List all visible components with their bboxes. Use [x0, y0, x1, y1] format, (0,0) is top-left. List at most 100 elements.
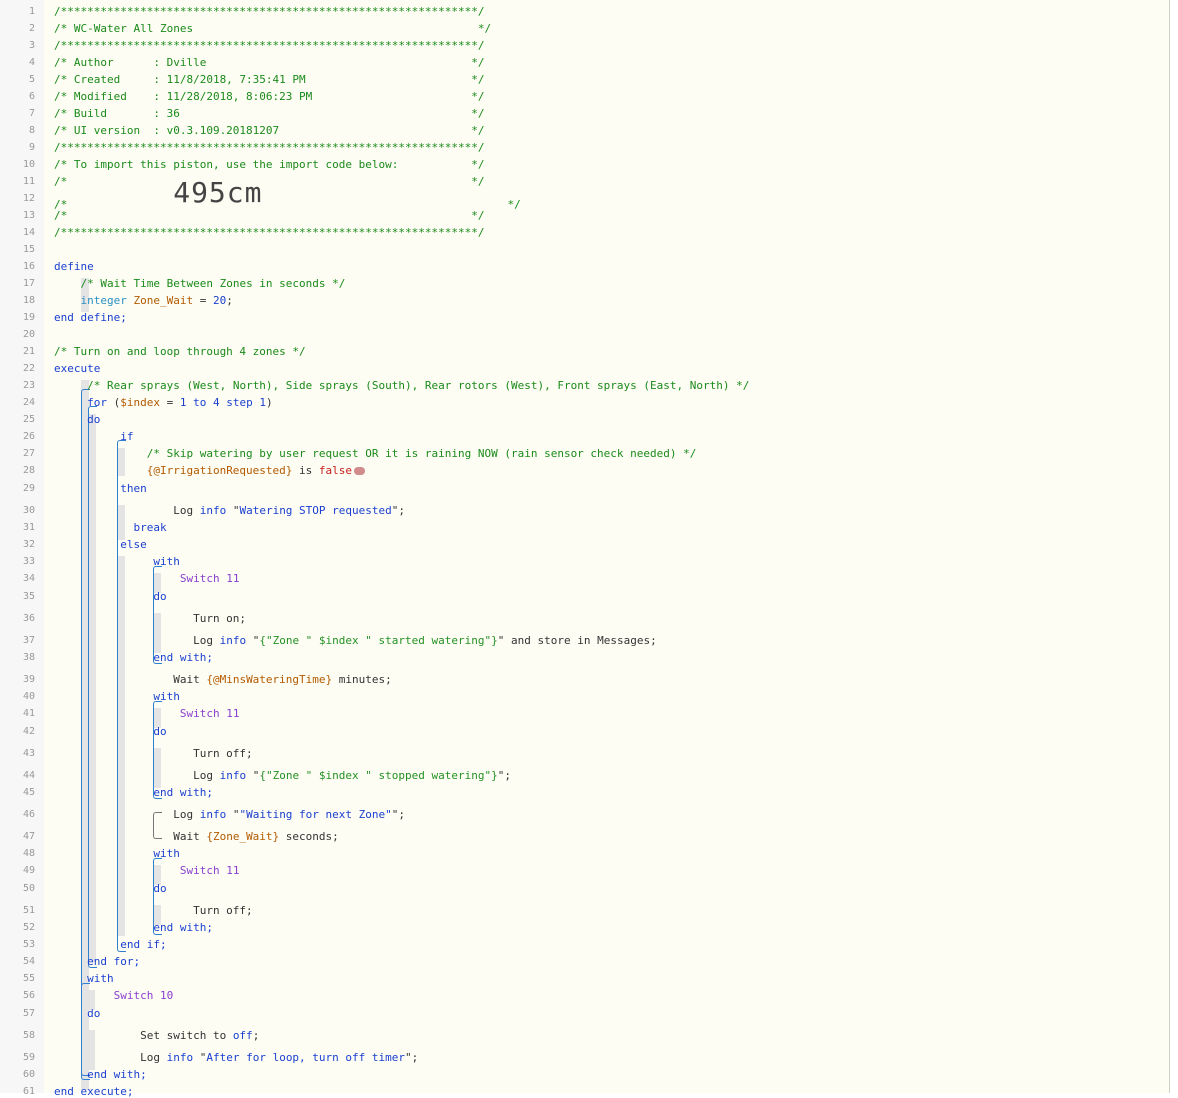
code-token: do	[153, 882, 167, 895]
code-line[interactable]: end with;	[54, 1069, 147, 1081]
code-token: "	[226, 504, 240, 517]
code-line[interactable]: do	[54, 414, 100, 426]
code-line[interactable]: Switch 10	[54, 990, 174, 1002]
code-line[interactable]: with	[54, 973, 114, 985]
code-line[interactable]: do	[54, 591, 166, 603]
code-line[interactable]: /* WC-Water All Zones */	[54, 23, 491, 35]
code-line[interactable]: Turn on;	[54, 613, 246, 625]
code-line[interactable]: /* */	[54, 176, 484, 188]
code-line[interactable]: for ($index = 1 to 4 step 1)	[54, 397, 273, 409]
line-number: 18	[22, 295, 35, 306]
line-number: 3	[28, 40, 35, 51]
code-token: Turn off;	[54, 904, 253, 917]
code-line[interactable]: end with;	[54, 922, 213, 934]
code-line[interactable]: Turn off;	[54, 905, 253, 917]
code-token: {@MinsWateringTime}	[206, 673, 333, 686]
code-token: end with;	[153, 651, 213, 664]
code-line[interactable]: end for;	[54, 956, 140, 968]
code-line[interactable]: Wait {Zone_Wait} seconds;	[54, 831, 339, 843]
code-line[interactable]: do	[54, 1008, 100, 1020]
code-line[interactable]: Log info "After for loop, turn off timer…	[54, 1052, 418, 1064]
code-line[interactable]: end with;	[54, 787, 213, 799]
code-token: do	[87, 413, 101, 426]
code-line[interactable]: /* */	[54, 210, 484, 222]
code-token: "	[226, 808, 240, 821]
code-line[interactable]: Turn off;	[54, 748, 253, 760]
code-token: /* WC-Water All Zones */	[54, 22, 492, 35]
code-line[interactable]: /* Build : 36 */	[54, 108, 484, 120]
code-line[interactable]: break	[54, 521, 166, 534]
code-line[interactable]: /* Modified : 11/28/2018, 8:06:23 PM */	[54, 91, 484, 103]
code-line[interactable]: Log info "{"Zone " $index " stopped wate…	[54, 770, 511, 782]
code-line[interactable]: do	[54, 882, 167, 895]
code-line[interactable]: with	[54, 556, 180, 568]
code-line[interactable]: /* Turn on and loop through 4 zones */	[54, 346, 306, 358]
code-line[interactable]: with	[54, 691, 180, 703]
piston-code-editor[interactable]: /***************************************…	[44, 0, 1170, 1098]
line-number: 7	[28, 108, 35, 119]
code-token: /* Author : Dville */	[54, 56, 485, 69]
code-line[interactable]: end with;	[54, 652, 213, 664]
code-line[interactable]: /* Author : Dville */	[54, 57, 484, 69]
code-line[interactable]: end execute;	[54, 1086, 133, 1098]
line-number: 34	[22, 573, 35, 584]
code-line[interactable]: {@IrrigationRequested} is false	[54, 464, 366, 477]
code-token: end define;	[54, 311, 127, 324]
code-token: is	[292, 464, 319, 477]
code-line[interactable]: execute	[54, 363, 100, 375]
line-number: 49	[22, 865, 35, 876]
line-number: 23	[22, 380, 35, 391]
code-token: /* UI version : v0.3.109.20181207 */	[54, 124, 485, 137]
code-line[interactable]: /***************************************…	[54, 6, 484, 18]
code-line[interactable]: end if;	[54, 939, 166, 951]
code-token: 1	[259, 396, 266, 409]
code-line[interactable]: do	[54, 726, 166, 738]
code-token: else	[120, 538, 147, 551]
code-token: 1	[179, 396, 187, 409]
code-line[interactable]: Log info "Watering STOP requested";	[54, 505, 405, 517]
code-line[interactable]: /* Skip watering by user request OR it i…	[54, 448, 697, 460]
code-token: /***************************************…	[54, 226, 485, 239]
code-line[interactable]: end define;	[54, 312, 127, 324]
code-line[interactable]: Log info "{"Zone " $index " started wate…	[54, 635, 657, 647]
code-line[interactable]: with	[54, 848, 180, 860]
code-token: =	[160, 396, 180, 409]
code-line[interactable]: /* To import this piston, use the import…	[54, 159, 484, 171]
code-line[interactable]: else	[54, 539, 147, 551]
code-line[interactable]: Wait {@MinsWateringTime} minutes;	[54, 674, 392, 686]
code-line[interactable]: define	[54, 261, 94, 273]
code-line[interactable]: Switch 11	[54, 573, 240, 585]
code-line[interactable]: /***************************************…	[54, 227, 484, 239]
code-line[interactable]: /* Created : 11/8/2018, 7:35:41 PM */	[54, 74, 484, 86]
code-line[interactable]: Switch 11	[54, 865, 240, 877]
code-token: to	[193, 396, 207, 409]
code-token: integer	[80, 294, 127, 307]
code-line[interactable]: /***************************************…	[54, 40, 484, 52]
code-line[interactable]: integer Zone_Wait = 20;	[54, 295, 233, 307]
code-line[interactable]: Switch 11	[54, 708, 240, 720]
code-line[interactable]: if	[54, 431, 133, 443]
line-number: 42	[22, 726, 35, 737]
remove-condition-icon[interactable]	[354, 467, 366, 475]
code-line[interactable]: /***************************************…	[54, 142, 484, 154]
code-line[interactable]: Set switch to off;	[54, 1030, 259, 1042]
code-line[interactable]: /* Wait Time Between Zones in seconds */	[54, 277, 346, 290]
line-number: 52	[22, 922, 35, 933]
code-line[interactable]: Log info ""Waiting for next Zone"";	[54, 809, 405, 821]
line-number: 2	[28, 23, 35, 34]
code-token: /* Build : 36 */	[54, 107, 485, 120]
line-number: 32	[22, 539, 35, 550]
code-token: ";	[497, 769, 511, 782]
code-token: $index	[120, 396, 160, 409]
line-number: 16	[22, 261, 35, 272]
code-line[interactable]: then	[54, 483, 147, 495]
code-line[interactable]: /* Rear sprays (West, North), Side spray…	[54, 380, 749, 392]
code-line[interactable]: /* UI version : v0.3.109.20181207 */	[54, 125, 484, 137]
